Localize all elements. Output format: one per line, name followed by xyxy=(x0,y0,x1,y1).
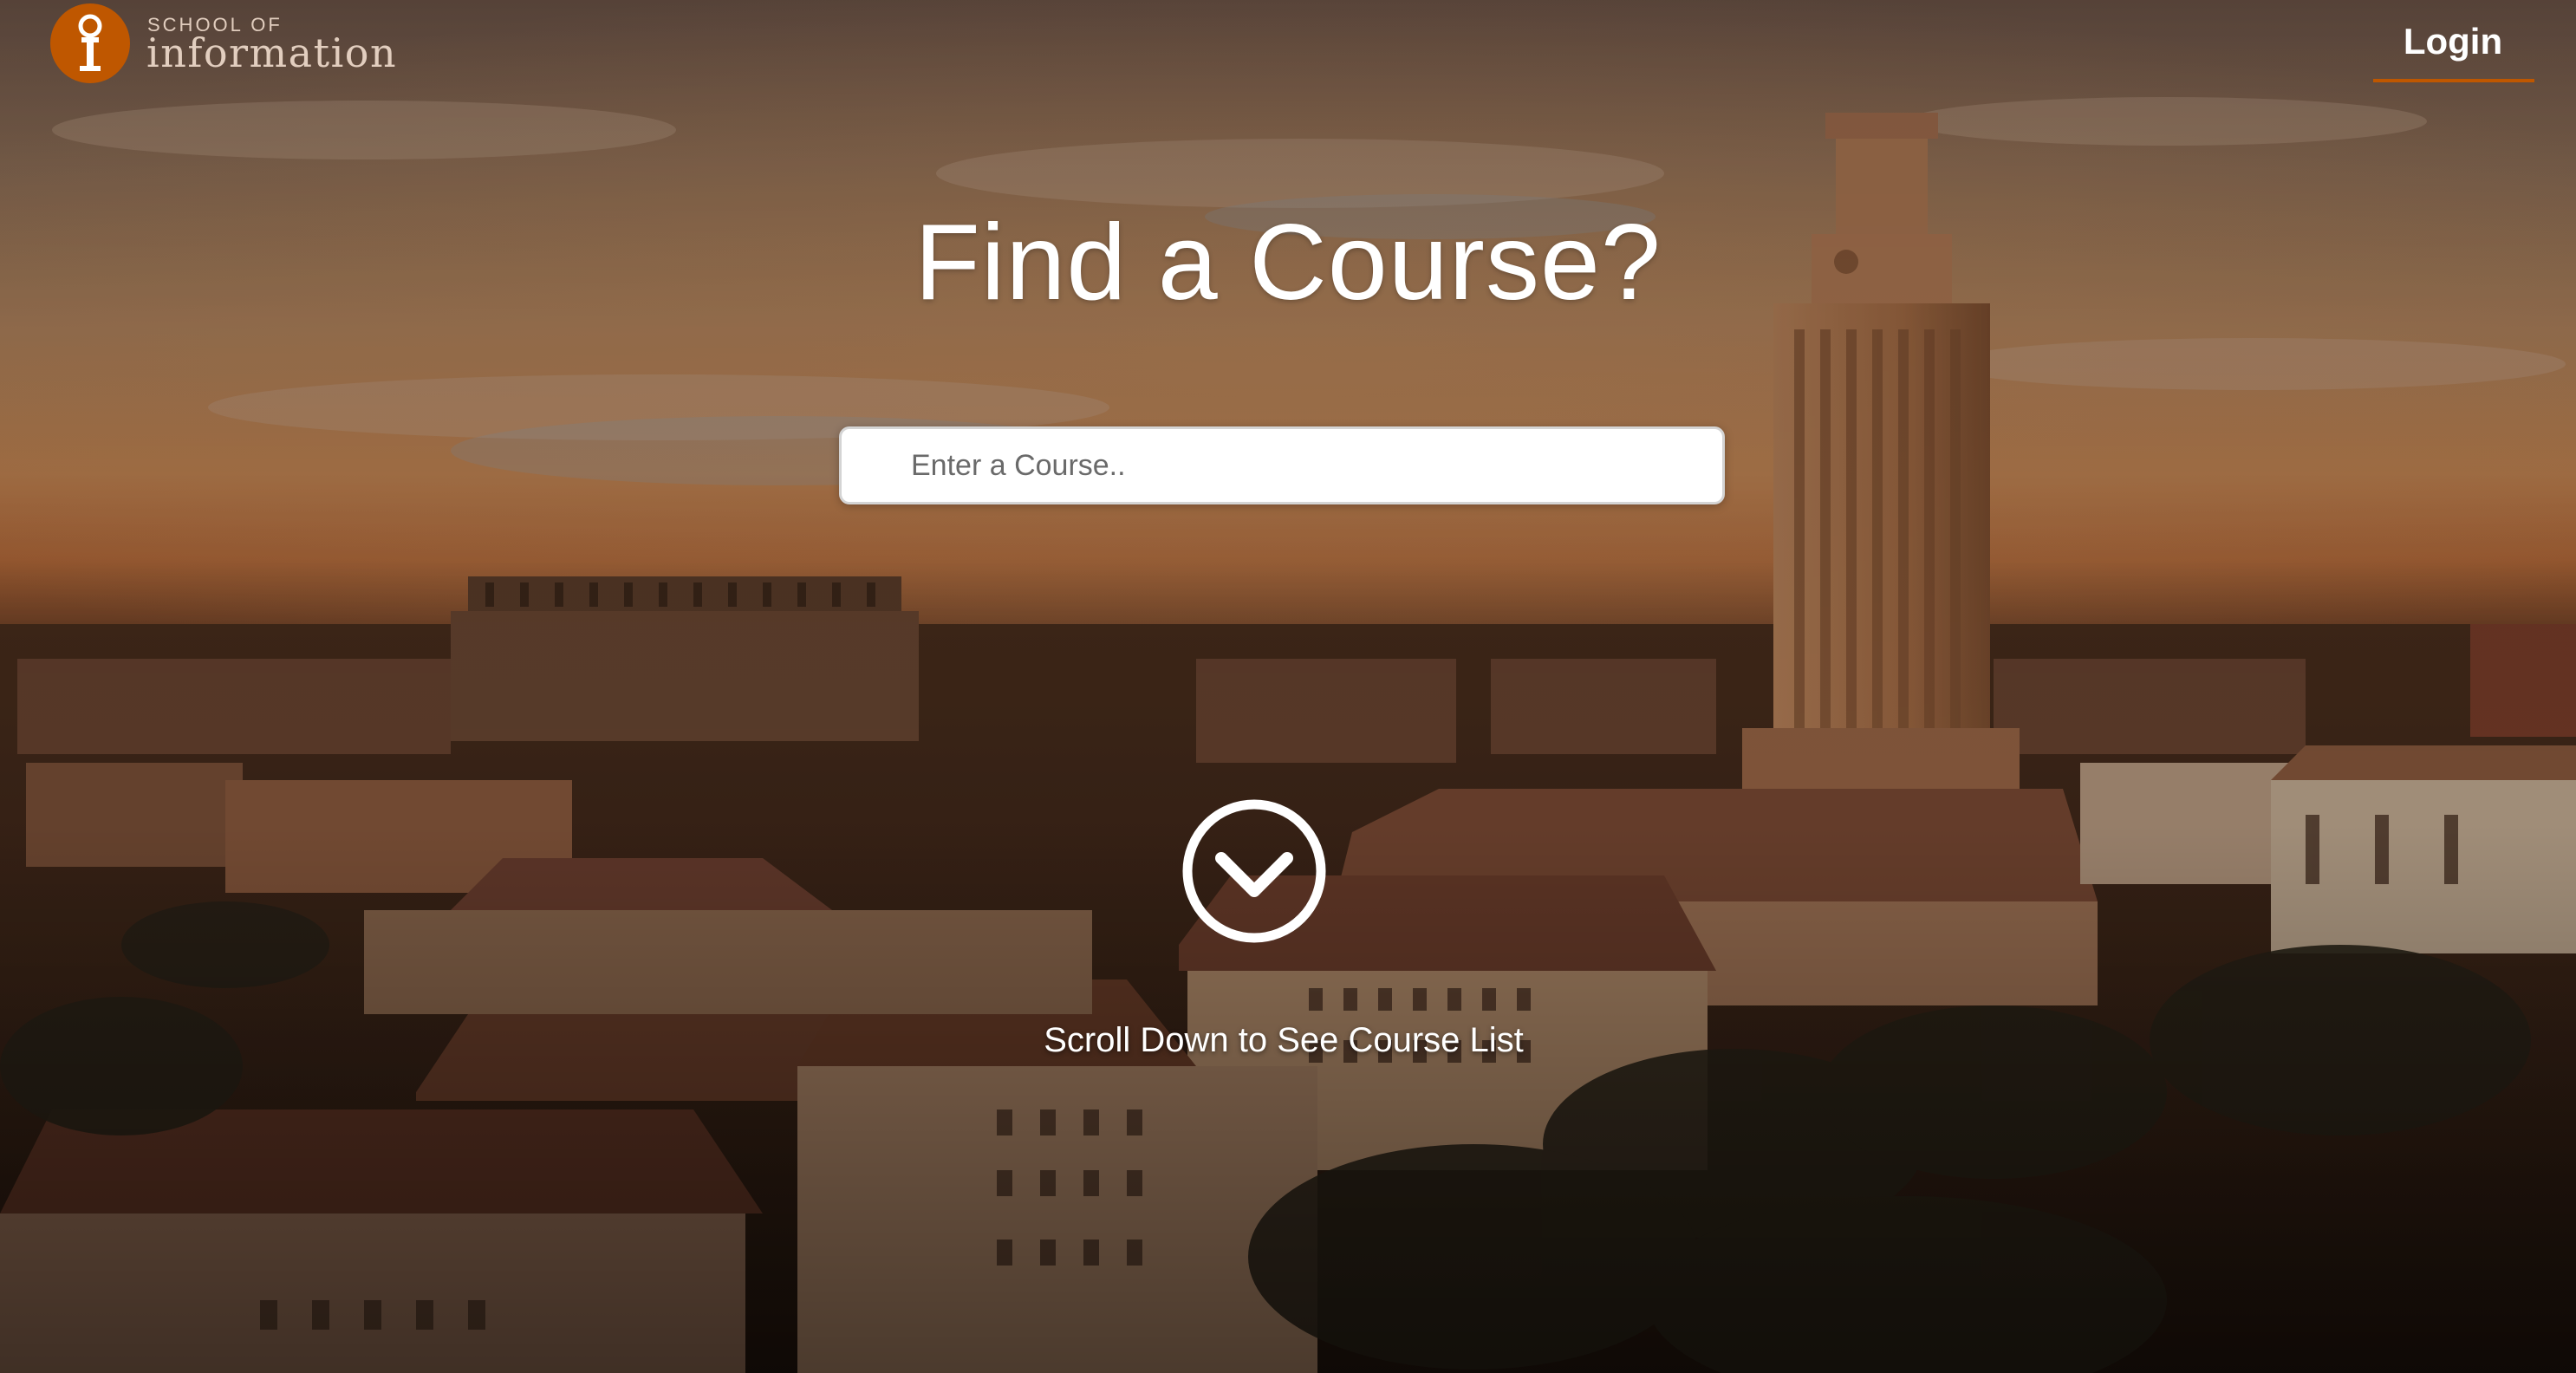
page-title: Find a Course? xyxy=(914,203,1662,322)
login-link[interactable]: Login xyxy=(2373,21,2533,62)
login-underline xyxy=(2373,79,2534,82)
scroll-hint-text: Scroll Down to See Course List xyxy=(1044,1021,1524,1059)
hero-section: SCHOOL OF information Login Find a Cours… xyxy=(0,0,2576,1373)
school-logo[interactable]: SCHOOL OF information xyxy=(49,0,413,87)
chevron-down-circle-icon[interactable] xyxy=(1181,797,1328,945)
logo-large-text: information xyxy=(146,29,398,76)
school-of-information-logo-icon xyxy=(50,3,130,83)
course-search-input[interactable] xyxy=(839,426,1725,504)
